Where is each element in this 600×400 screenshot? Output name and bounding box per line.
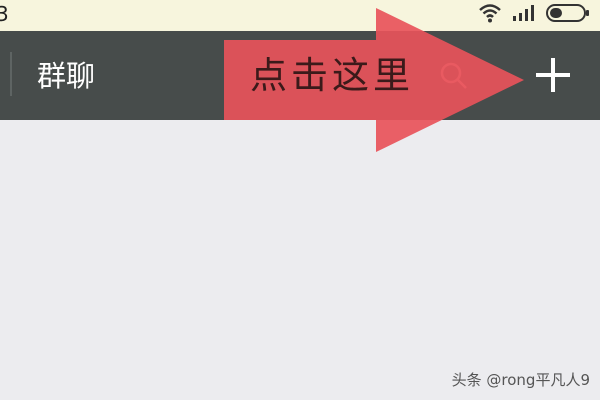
battery-icon — [546, 3, 590, 27]
status-bar: 3 — [0, 0, 600, 31]
page-title: 群聊 — [37, 59, 96, 93]
content-area — [0, 120, 600, 400]
annotation-text: 点击这里 — [250, 54, 414, 97]
watermark: 头条 @rong平凡人9 — [451, 371, 590, 389]
wifi-icon — [478, 3, 502, 27]
add-button[interactable] — [528, 54, 578, 100]
screen: 3 群聊 点击这里 头条 @rong平凡人9 — [0, 0, 600, 400]
plus-icon — [533, 55, 573, 99]
status-icons — [478, 4, 590, 26]
signal-icon — [512, 4, 536, 26]
status-time: 3 — [0, 2, 9, 26]
search-icon[interactable] — [438, 60, 470, 92]
header-divider — [10, 52, 12, 96]
